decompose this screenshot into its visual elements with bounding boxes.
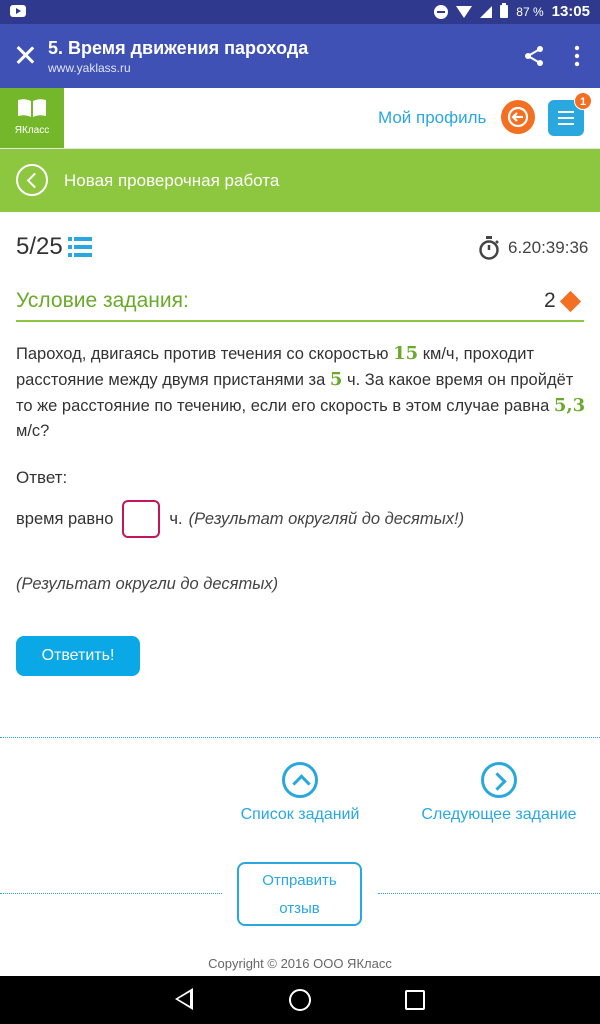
- back-icon[interactable]: [16, 164, 48, 196]
- answer-label: Ответ:: [16, 468, 68, 487]
- answer-hint: (Результат округляй до десятых!): [188, 509, 465, 528]
- rounding-hint: (Результат округли до десятых): [16, 575, 279, 593]
- do-not-disturb-icon: [434, 4, 449, 19]
- time-value: 5: [329, 369, 343, 390]
- profile-link[interactable]: Мой профиль: [378, 108, 486, 128]
- divider: [0, 737, 600, 738]
- chevron-right-icon: [481, 762, 517, 798]
- task-points: 2: [544, 289, 581, 313]
- condition-title: Условие задания:: [16, 289, 189, 312]
- page-url: www.yaklass.ru: [48, 61, 131, 75]
- battery-percent: 87 %: [516, 4, 544, 19]
- send-feedback-button[interactable]: Отправить отзыв: [237, 862, 362, 926]
- youtube-icon: [10, 5, 26, 17]
- stopwatch-icon: [479, 236, 499, 260]
- clock: 13:05: [551, 3, 590, 20]
- timer-value: 6.20:39:36: [508, 238, 589, 257]
- logout-button[interactable]: [501, 100, 535, 134]
- back-icon[interactable]: [175, 988, 193, 1010]
- system-nav-bar: [0, 976, 600, 1024]
- points-value: 2: [544, 289, 556, 312]
- next-task-button[interactable]: Следующее задание: [420, 762, 578, 824]
- battery-icon: [500, 3, 509, 18]
- divider: [378, 893, 600, 894]
- menu-icon: [558, 111, 574, 125]
- answer-row: время равно ч. (Результат округляй до де…: [16, 500, 464, 538]
- submit-button[interactable]: Ответить!: [16, 636, 140, 676]
- status-bar: 87 % 13:05: [0, 0, 600, 24]
- share-icon[interactable]: [522, 44, 546, 68]
- close-icon[interactable]: [14, 44, 36, 66]
- home-icon[interactable]: [289, 989, 311, 1011]
- divider: [0, 893, 222, 894]
- answer-input[interactable]: [122, 500, 161, 538]
- answer-prefix: время равно: [16, 509, 114, 528]
- chevron-up-icon: [282, 762, 318, 798]
- logo[interactable]: ЯКласс: [0, 88, 64, 148]
- wifi-icon: [456, 5, 473, 18]
- divider: [16, 320, 584, 322]
- next-task-label: Следующее задание: [421, 806, 577, 823]
- task-list-button[interactable]: Список заданий: [234, 762, 366, 824]
- more-options-icon[interactable]: [570, 44, 584, 68]
- task-list-icon[interactable]: [68, 236, 92, 258]
- book-icon: [18, 99, 46, 117]
- diamond-icon: [559, 290, 581, 312]
- section-banner: Новая проверочная работа: [0, 149, 600, 212]
- logo-text: ЯКласс: [14, 125, 50, 136]
- logout-icon: [507, 106, 529, 128]
- speed2-value: 5,3: [553, 395, 586, 416]
- task-counter: 5/25: [16, 233, 63, 260]
- timer: 6.20:39:36: [478, 236, 588, 260]
- page-title: 5. Время движения парохода: [48, 38, 309, 58]
- signal-icon: [480, 5, 493, 18]
- recent-apps-icon[interactable]: [405, 990, 425, 1010]
- copyright: Copyright © 2016 ООО ЯКласс: [208, 956, 392, 971]
- speed-value: 15: [393, 343, 419, 364]
- app-bar: 5. Время движения парохода www.yaklass.r…: [0, 24, 600, 88]
- site-header: ЯКласс Мой профиль 1: [0, 88, 600, 149]
- notification-badge: 1: [574, 92, 592, 110]
- task-list-label: Список заданий: [240, 806, 360, 823]
- banner-title[interactable]: Новая проверочная работа: [64, 171, 279, 191]
- answer-unit: ч.: [169, 509, 183, 528]
- problem-text: Пароход, двигаясь против течения со скор…: [16, 343, 586, 440]
